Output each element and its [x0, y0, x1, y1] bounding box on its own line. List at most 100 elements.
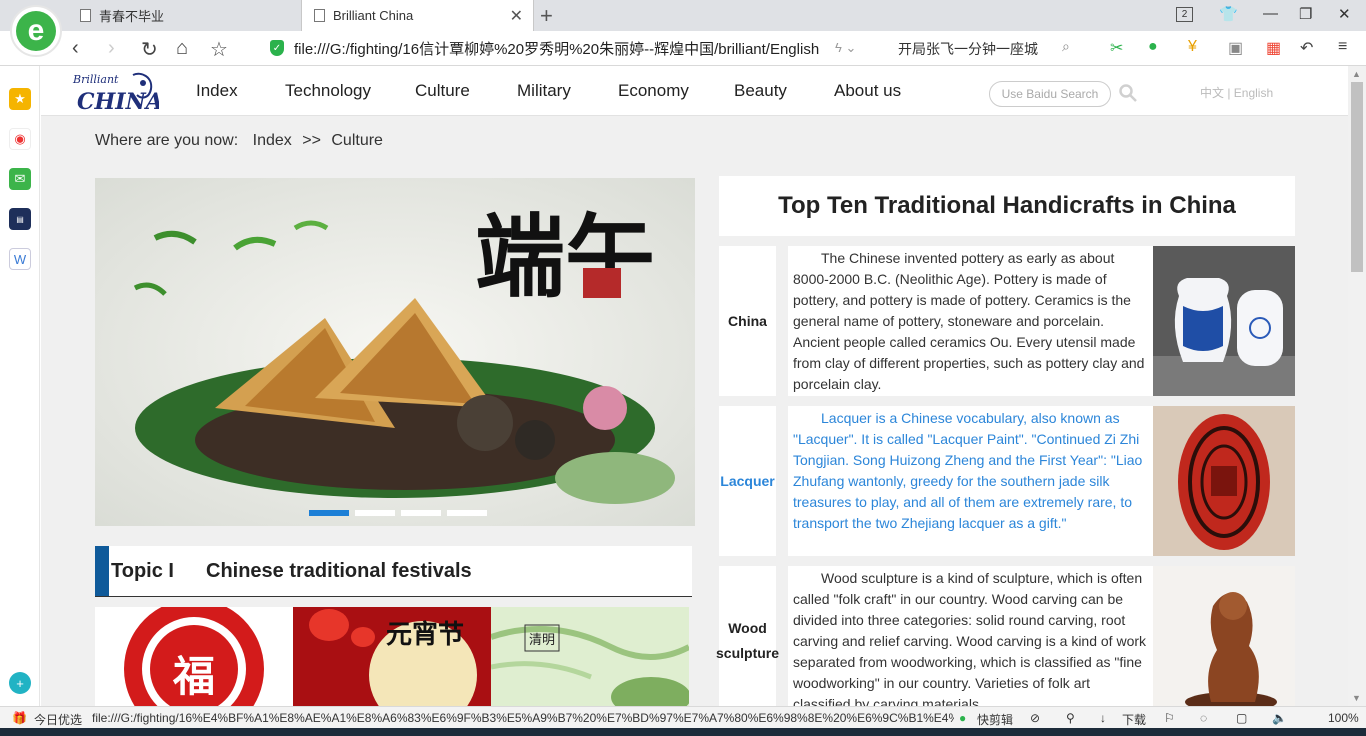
refresh-icon[interactable]: ↻ [141, 37, 158, 62]
zoom-level[interactable]: 100% [1328, 711, 1359, 725]
browser-toolbar: ‹ › ↻ ⌂ ☆ ✓ file:///G:/fighting/16信计覃柳婷%… [0, 31, 1366, 66]
baidu-search-input[interactable]: Use Baidu Search [989, 81, 1111, 107]
address-text[interactable]: file:///G:/fighting/16信计覃柳婷%20罗秀明%20朱丽婷-… [294, 38, 819, 59]
search-icon[interactable]: ⌕ [1062, 38, 1070, 55]
carousel-dot[interactable] [309, 510, 349, 516]
address-bar[interactable]: ✓ file:///G:/fighting/16信计覃柳婷%20罗秀明%20朱丽… [266, 36, 886, 60]
browser-icon[interactable]: ◌ [1200, 711, 1207, 725]
game-icon[interactable]: ▤ [9, 208, 31, 230]
browser-tab-bar: 青春不毕业 Brilliant China ✕ + 2 👕 — ❐ ✕ [0, 0, 1366, 31]
scrollbar[interactable]: ▲ ▼ [1348, 66, 1366, 706]
wood-carving-image [1153, 566, 1295, 706]
handicrafts-title: Top Ten Traditional Handicrafts in China [719, 176, 1295, 236]
os-taskbar [0, 728, 1366, 736]
secure-shield-icon: ✓ [270, 40, 284, 56]
nav-about-us[interactable]: About us [834, 81, 901, 101]
lantern-festival-text: 元宵节 [386, 619, 464, 650]
lightning-icon[interactable]: ϟ ⌄ [835, 40, 856, 56]
image-icon[interactable]: ▣ [1228, 38, 1243, 58]
download-icon[interactable]: ↓ [1100, 711, 1106, 725]
craft-item-wood-sculpture[interactable]: Wood sculpture Wood sculpture is a kind … [716, 566, 1295, 706]
scroll-down-icon[interactable]: ▼ [1352, 693, 1361, 703]
mail-icon[interactable]: ✉ [9, 168, 31, 190]
craft-name[interactable]: Wood sculpture [716, 566, 779, 706]
scroll-up-icon[interactable]: ▲ [1352, 69, 1361, 79]
close-window-icon[interactable]: ✕ [1338, 5, 1351, 23]
logo-main-text: CHINA [77, 89, 159, 115]
nav-culture[interactable]: Culture [415, 81, 470, 101]
breadcrumb-home-link[interactable]: Index [253, 132, 292, 149]
search-suggestion[interactable]: 开局张飞一分钟一座城 [898, 39, 1038, 59]
craft-name[interactable]: China [719, 246, 776, 396]
craft-item-china[interactable]: China The Chinese invented pottery as ea… [719, 246, 1295, 396]
search-magnifier-icon[interactable] [1119, 84, 1137, 102]
thumb-lantern-festival[interactable]: 元宵节 [293, 607, 491, 706]
new-tab-icon[interactable]: + [540, 3, 553, 29]
gift-icon[interactable]: 🎁 [12, 711, 27, 725]
shirt-skin-icon[interactable]: 👕 [1219, 5, 1238, 23]
favorite-star-icon[interactable]: ☆ [210, 37, 228, 62]
nav-beauty[interactable]: Beauty [734, 81, 787, 101]
craft-item-lacquer[interactable]: Lacquer Lacquer is a Chinese vocabulary,… [719, 406, 1295, 556]
breadcrumb-current: Culture [331, 132, 383, 149]
translate-icon[interactable]: ● [1148, 38, 1158, 56]
word-doc-icon[interactable]: W [9, 248, 31, 270]
nav-index[interactable]: Index [196, 81, 238, 101]
nav-technology[interactable]: Technology [285, 81, 371, 101]
thumb-spring-festival[interactable]: 福 [95, 607, 293, 706]
maximize-icon[interactable]: ❐ [1299, 5, 1312, 23]
undo-icon[interactable]: ↶ [1300, 38, 1313, 58]
download-label[interactable]: 下载 [1122, 711, 1146, 728]
nav-economy[interactable]: Economy [618, 81, 689, 101]
pin-icon[interactable]: ⚲ [1066, 711, 1075, 725]
breadcrumb: Where are you now: Index >> Culture [95, 132, 383, 150]
speed-icon[interactable]: ⊘ [1030, 711, 1040, 725]
coupon-icon[interactable]: ¥ [1188, 38, 1197, 56]
tab-title: 青春不毕业 [99, 9, 165, 24]
carousel-dot[interactable] [355, 510, 395, 516]
web-page: Brilliant CHINA Index Technology Culture… [41, 66, 1348, 706]
scissors-icon[interactable]: ✂ [1110, 38, 1123, 58]
logo-top-text: Brilliant [72, 73, 119, 86]
breadcrumb-separator: >> [302, 132, 321, 149]
scroll-thumb[interactable] [1351, 82, 1363, 272]
add-plus-icon[interactable]: + [9, 672, 31, 694]
site-logo[interactable]: Brilliant CHINA [71, 69, 163, 117]
daily-picks-label[interactable]: 今日优选 [34, 711, 82, 728]
volume-icon[interactable]: 🔈 [1272, 711, 1287, 725]
flag-icon[interactable]: ⚐ [1164, 711, 1175, 725]
breadcrumb-label: Where are you now: [95, 132, 239, 149]
carousel-dot[interactable] [447, 510, 487, 516]
porcelain-image [1153, 246, 1295, 396]
tab-active[interactable]: Brilliant China ✕ [301, 0, 534, 31]
craft-name[interactable]: Lacquer [719, 406, 776, 556]
craft-description: Wood sculpture is a kind of sculpture, w… [788, 566, 1153, 706]
topic-accent-bar [95, 546, 109, 596]
back-icon[interactable]: ‹ [72, 37, 79, 60]
nav-military[interactable]: Military [517, 81, 571, 101]
minimize-icon[interactable]: — [1263, 5, 1278, 22]
weibo-icon[interactable]: ◉ [9, 128, 31, 150]
forward-icon[interactable]: › [108, 37, 115, 60]
home-icon[interactable]: ⌂ [176, 37, 188, 60]
menu-icon[interactable]: ≡ [1338, 38, 1347, 56]
window-icon[interactable]: ▢ [1236, 711, 1247, 725]
thumb-qingming[interactable]: 清明 [491, 607, 689, 706]
tab-count-badge[interactable]: 2 [1176, 7, 1193, 22]
festival-thumbnails: 福 元宵节 清明 [95, 607, 689, 706]
browser-status-bar: 🎁 今日优选 file:///G:/fighting/16%E4%BF%A1%E… [0, 706, 1366, 728]
document-icon [80, 9, 91, 22]
document-icon [314, 9, 325, 22]
close-tab-icon[interactable]: ✕ [510, 6, 523, 26]
clip-label[interactable]: 快剪辑 [977, 711, 1013, 728]
carousel-dot[interactable] [401, 510, 441, 516]
language-switch[interactable]: 中文 | English [1200, 84, 1273, 101]
topic-title: Chinese traditional festivals [206, 560, 472, 582]
dragon-boat-banner[interactable]: 端午 [95, 178, 695, 526]
browser-logo[interactable]: e [10, 5, 62, 57]
apps-grid-icon[interactable]: ▦ [1266, 38, 1281, 58]
tab-inactive[interactable]: 青春不毕业 [66, 0, 301, 31]
clip-icon[interactable]: ● [959, 711, 966, 725]
browser-sidebar: ★ ◉ ✉ ▤ W + [0, 66, 40, 706]
favorites-star-icon[interactable]: ★ [9, 88, 31, 110]
